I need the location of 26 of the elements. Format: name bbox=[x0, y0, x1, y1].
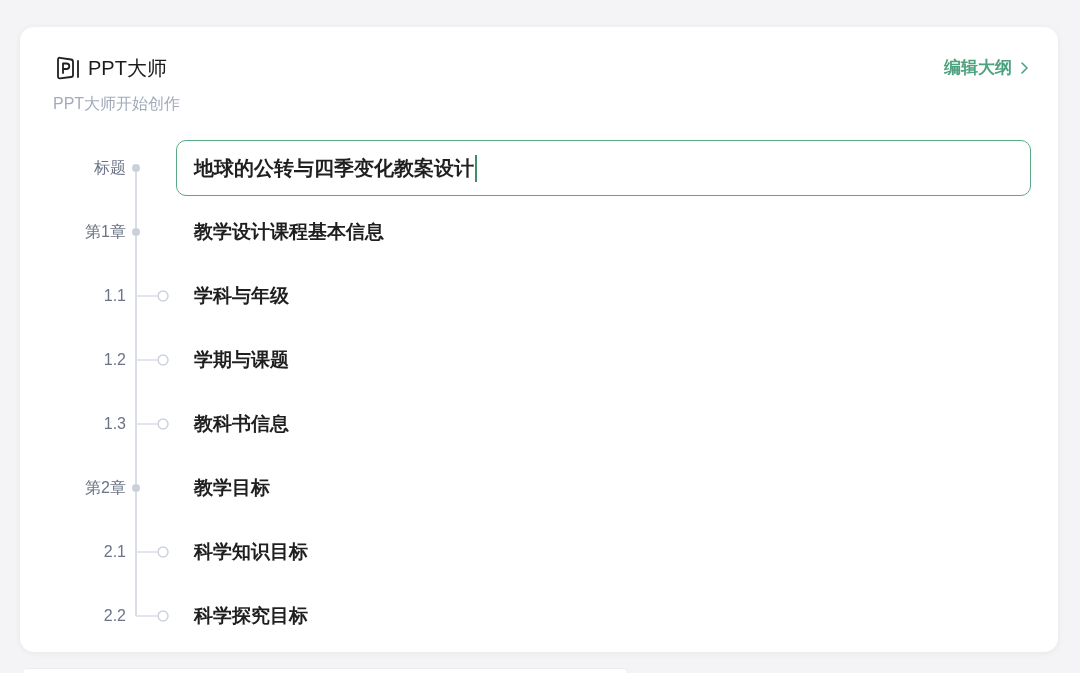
branch-node-icon bbox=[136, 546, 169, 558]
chapter-title[interactable]: 教学目标 bbox=[194, 473, 270, 503]
outline-number: 1.3 bbox=[102, 414, 126, 434]
text-cursor bbox=[475, 154, 477, 182]
section-title[interactable]: 科学探究目标 bbox=[194, 601, 308, 631]
branch-node-icon bbox=[136, 418, 169, 430]
outline-number: 标题 bbox=[93, 158, 126, 178]
section-title[interactable]: 科学知识目标 bbox=[194, 537, 308, 567]
section-title[interactable]: 教科书信息 bbox=[194, 409, 289, 439]
section-title[interactable]: 学期与课题 bbox=[194, 345, 289, 375]
outline-number: 2.1 bbox=[102, 542, 126, 562]
logo-icon bbox=[56, 56, 80, 80]
app-title: PPT大师 bbox=[88, 56, 167, 81]
outline-number: 第1章 bbox=[84, 222, 126, 242]
branch-node-icon bbox=[136, 610, 169, 622]
section-title[interactable]: 学科与年级 bbox=[194, 281, 289, 311]
chapter-title[interactable]: 教学设计课程基本信息 bbox=[194, 217, 384, 247]
outline-number: 2.2 bbox=[102, 606, 126, 626]
outline-number: 1.2 bbox=[102, 350, 126, 370]
subtitle: PPT大师开始创作 bbox=[53, 94, 182, 114]
outline-number: 1.1 bbox=[102, 286, 126, 306]
branch-node-icon bbox=[136, 354, 169, 366]
branch-node-icon bbox=[136, 290, 169, 302]
outline-number: 第2章 bbox=[84, 478, 126, 498]
chevron-right-icon bbox=[1021, 62, 1028, 74]
title-input-field[interactable]: 地球的公转与四季变化教案设计 bbox=[176, 140, 1031, 196]
